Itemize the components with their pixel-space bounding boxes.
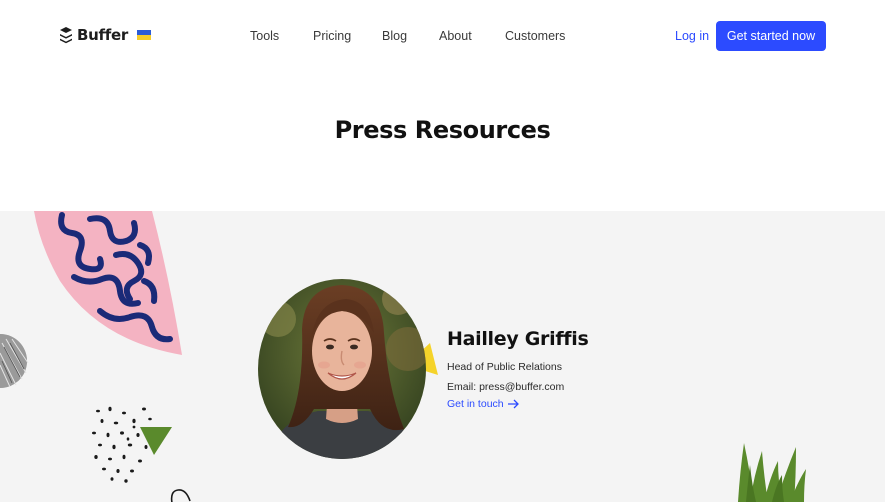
buffer-logo-icon bbox=[60, 27, 72, 44]
contact-name: Hailley Griffis bbox=[447, 328, 589, 350]
login-link[interactable]: Log in bbox=[675, 29, 709, 43]
grey-texture-circle bbox=[0, 334, 29, 388]
nav-blog[interactable]: Blog bbox=[382, 29, 407, 43]
ukraine-flag-icon bbox=[136, 30, 151, 40]
get-in-touch-link[interactable]: Get in touch bbox=[447, 398, 520, 410]
nav-customers[interactable]: Customers bbox=[505, 29, 565, 43]
top-nav: Buffer Tools Pricing Blog About Customer… bbox=[0, 0, 885, 72]
press-contact-section: Hailley Griffis Head of Public Relations… bbox=[0, 211, 885, 502]
green-triangle-shape bbox=[140, 427, 172, 455]
contact-role: Head of Public Relations bbox=[447, 361, 562, 373]
nav-about[interactable]: About bbox=[439, 29, 472, 43]
brand-logo[interactable]: Buffer bbox=[59, 26, 151, 44]
contact-email[interactable]: Email: press@buffer.com bbox=[447, 381, 564, 393]
pink-leaf-illustration bbox=[34, 211, 182, 355]
nav-pricing[interactable]: Pricing bbox=[313, 29, 351, 43]
get-started-button[interactable]: Get started now bbox=[716, 21, 826, 51]
arrow-right-icon bbox=[507, 399, 519, 409]
nav-tools[interactable]: Tools bbox=[250, 29, 279, 43]
page-title: Press Resources bbox=[334, 116, 551, 144]
get-in-touch-label: Get in touch bbox=[447, 398, 504, 410]
brand-name: Buffer bbox=[77, 26, 128, 44]
loop-line-illustration bbox=[170, 489, 191, 502]
press-contact-photo bbox=[258, 279, 426, 459]
green-grass-illustration bbox=[738, 443, 806, 502]
